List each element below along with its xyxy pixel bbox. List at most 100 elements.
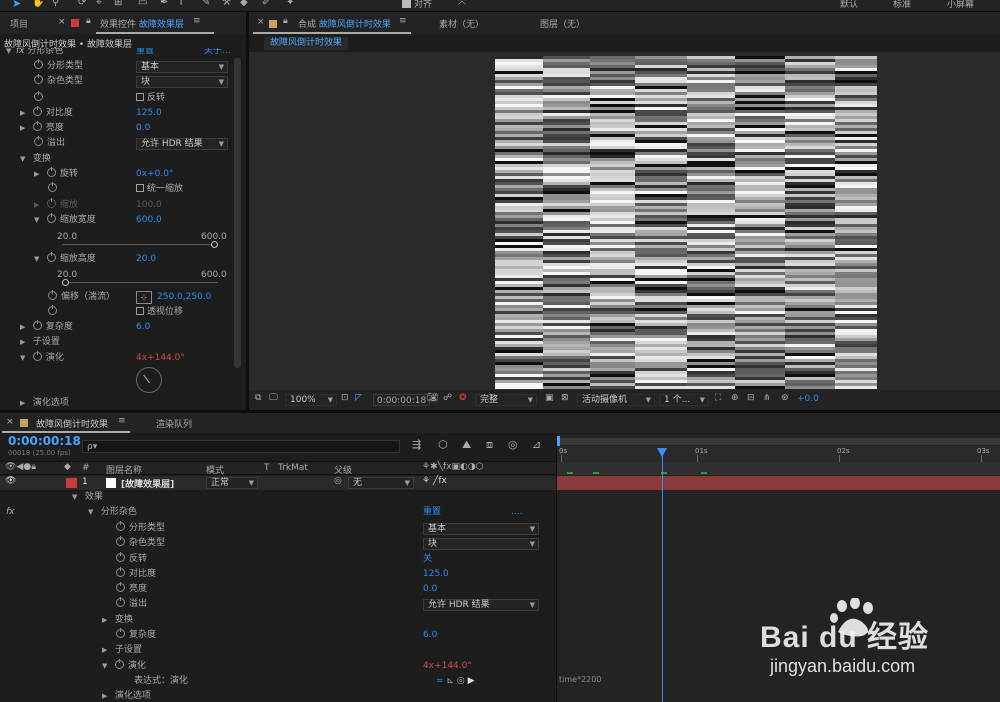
visibility-eye-icon[interactable]: 👁︎ [5, 476, 16, 486]
shape-tool-icon[interactable]: ▭ [138, 0, 147, 8]
reset-link[interactable]: 重置 [136, 48, 154, 59]
tl-complexity-value[interactable]: 6.0 [423, 628, 437, 643]
scale-width-value[interactable]: 600.0 [136, 213, 162, 228]
stopwatch-icon[interactable] [34, 74, 43, 84]
snap-icon[interactable]: ⤧ [458, 0, 466, 8]
contrast-value[interactable]: 125.0 [136, 106, 162, 121]
stopwatch-icon[interactable] [34, 59, 43, 69]
panel-menu-icon[interactable]: ≡ [399, 16, 407, 26]
brush-tool-icon[interactable]: ✎ [202, 0, 210, 8]
tl-fractal-noise[interactable]: ▼ 分形杂色 [88, 505, 137, 520]
label-color-swatch[interactable] [66, 478, 77, 488]
show-snapshot-icon[interactable]: ☍ [443, 393, 452, 403]
collapse-arrow-icon[interactable]: ▼ [20, 152, 30, 167]
effect-controls-scrollbar[interactable] [234, 58, 241, 368]
draft-3d-icon[interactable]: ⬡ [438, 438, 448, 451]
tl-expression-controls[interactable]: = ⊾ ◎ ▶ [436, 674, 475, 689]
composition-mini-flowchart-icon[interactable]: ⇶ [412, 438, 421, 451]
stopwatch-icon[interactable] [32, 320, 42, 330]
noise-type-dropdown[interactable]: 块 ▼ [136, 76, 228, 88]
tab-layer[interactable]: 图层（无） [540, 17, 585, 30]
tl-overflow-dropdown[interactable]: 允许 HDR 结果 ▼ [423, 599, 539, 611]
monitor-icon[interactable]: 🖵︎ [269, 393, 278, 403]
overflow-dropdown[interactable]: 允许 HDR 结果 ▼ [136, 138, 228, 150]
pen-tool-icon[interactable]: ✒ [160, 0, 168, 8]
stopwatch-icon[interactable] [114, 659, 124, 669]
tl-evolution-value[interactable]: 4x+144.0° [423, 659, 472, 674]
timeline-icon[interactable]: ⊟ [747, 393, 755, 403]
rotation-value[interactable]: 0x+0.0° [136, 167, 173, 182]
scale-width-slider[interactable] [62, 241, 218, 248]
scale-height-value[interactable]: 20.0 [136, 252, 156, 267]
perspective-checkbox[interactable] [136, 307, 144, 315]
tl-reset-link[interactable]: 重置 [423, 505, 441, 520]
type-tool-icon[interactable]: T [178, 0, 184, 8]
tl-sub-settings[interactable]: ▶ 子设置 [102, 643, 142, 658]
tab-effect-controls[interactable]: 效果控件 故障效果层 [100, 17, 184, 30]
snapshot-camera-icon[interactable]: 📷︎ [427, 393, 438, 403]
close-icon[interactable]: × [58, 17, 66, 27]
collapse-arrow-icon[interactable]: ▼ [72, 490, 82, 505]
stopwatch-icon[interactable] [116, 567, 125, 577]
expand-arrow-icon[interactable]: ▶ [20, 320, 30, 335]
selection-tool-icon[interactable]: ➤ [12, 0, 21, 10]
invert-checkbox[interactable] [136, 93, 144, 101]
graph-editor-icon[interactable]: ⊿ [532, 438, 541, 451]
effect-header[interactable]: ▼ fx 分形杂色 重置 关于... [6, 48, 246, 59]
workspace-standard[interactable]: 标准 [893, 0, 911, 10]
about-link[interactable]: 关于... [204, 48, 231, 59]
frame-blending-icon[interactable]: ⧈ [486, 438, 493, 452]
always-preview-icon[interactable]: ⧉ [255, 393, 261, 403]
close-icon[interactable]: × [6, 417, 14, 427]
stopwatch-icon[interactable] [116, 536, 125, 546]
color-channels-icon[interactable]: ❂ [459, 393, 467, 403]
workspace-default[interactable]: 默认 [840, 0, 858, 10]
expand-arrow-icon[interactable]: ▶ [20, 335, 30, 350]
lock-icon[interactable]: 🔒︎ [86, 16, 91, 26]
stopwatch-icon[interactable] [46, 167, 56, 177]
tl-effects-group[interactable]: ▼ 效果 [72, 490, 103, 505]
collapse-arrow-icon[interactable]: ▼ [102, 659, 112, 674]
pickwhip-icon[interactable]: ◎ [457, 676, 465, 686]
parent-dropdown[interactable]: 无 ▼ [348, 477, 414, 489]
rotate-tool-icon[interactable]: ⟳ [78, 0, 86, 8]
prop-evolution-options[interactable]: ▶ 演化选项 [20, 396, 69, 408]
tab-project[interactable]: 项目 [10, 17, 28, 30]
evolution-angle-dial[interactable] [136, 367, 162, 393]
tl-fx-badge[interactable]: fx [6, 505, 15, 520]
close-icon[interactable]: × [257, 17, 265, 27]
collapse-arrow-icon[interactable]: ▼ [34, 213, 44, 228]
stopwatch-icon[interactable] [48, 290, 57, 300]
roto-brush-tool-icon[interactable]: ✐ [262, 0, 270, 8]
region-of-interest-icon[interactable]: ▣ [545, 393, 554, 403]
tab-render-queue[interactable]: 渲染队列 [156, 417, 192, 430]
layer-name-column[interactable]: 图层名称 [106, 463, 142, 476]
collapse-arrow-icon[interactable]: ▼ [34, 252, 44, 267]
work-area-bar[interactable] [557, 438, 1000, 445]
stopwatch-icon[interactable] [48, 182, 57, 192]
uniform-scale-checkbox[interactable] [136, 184, 144, 192]
eraser-tool-icon[interactable]: ◆ [240, 0, 248, 8]
expand-arrow-icon[interactable]: ▶ [102, 689, 112, 702]
zoom-dropdown[interactable]: 100% ▼ [285, 394, 337, 406]
stopwatch-icon[interactable] [116, 521, 125, 531]
expand-arrow-icon[interactable]: ▶ [102, 613, 112, 628]
brightness-value[interactable]: 0.0 [136, 121, 150, 136]
composition-viewer[interactable] [249, 52, 1000, 390]
expression-enable-icon[interactable]: = [436, 676, 444, 686]
resolution-dropdown[interactable]: 完整 ▼ [475, 394, 537, 406]
prop-transform[interactable]: ▼ 变换 [20, 152, 51, 167]
time-ruler[interactable]: 0s 01s 02s 03s [557, 446, 1000, 462]
expand-arrow-icon[interactable]: ▶ [20, 121, 30, 136]
stopwatch-icon[interactable] [116, 597, 125, 607]
uniform-scale-checkbox-row[interactable]: 统一缩放 [136, 182, 183, 197]
graph-icon[interactable]: ⊾ [446, 676, 454, 686]
stopwatch-icon[interactable] [34, 136, 43, 146]
puppet-tool-icon[interactable]: ✦ [286, 0, 294, 8]
collapse-arrow-icon[interactable]: ▼ [20, 351, 30, 366]
evolution-value[interactable]: 4x+144.0° [136, 351, 185, 366]
stopwatch-icon[interactable] [48, 305, 57, 315]
tl-evolution-options[interactable]: ▶ 演化选项 [102, 689, 151, 702]
flowchart-icon[interactable]: ⋔ [763, 393, 771, 403]
motion-blur-icon[interactable]: ◎ [508, 438, 518, 451]
